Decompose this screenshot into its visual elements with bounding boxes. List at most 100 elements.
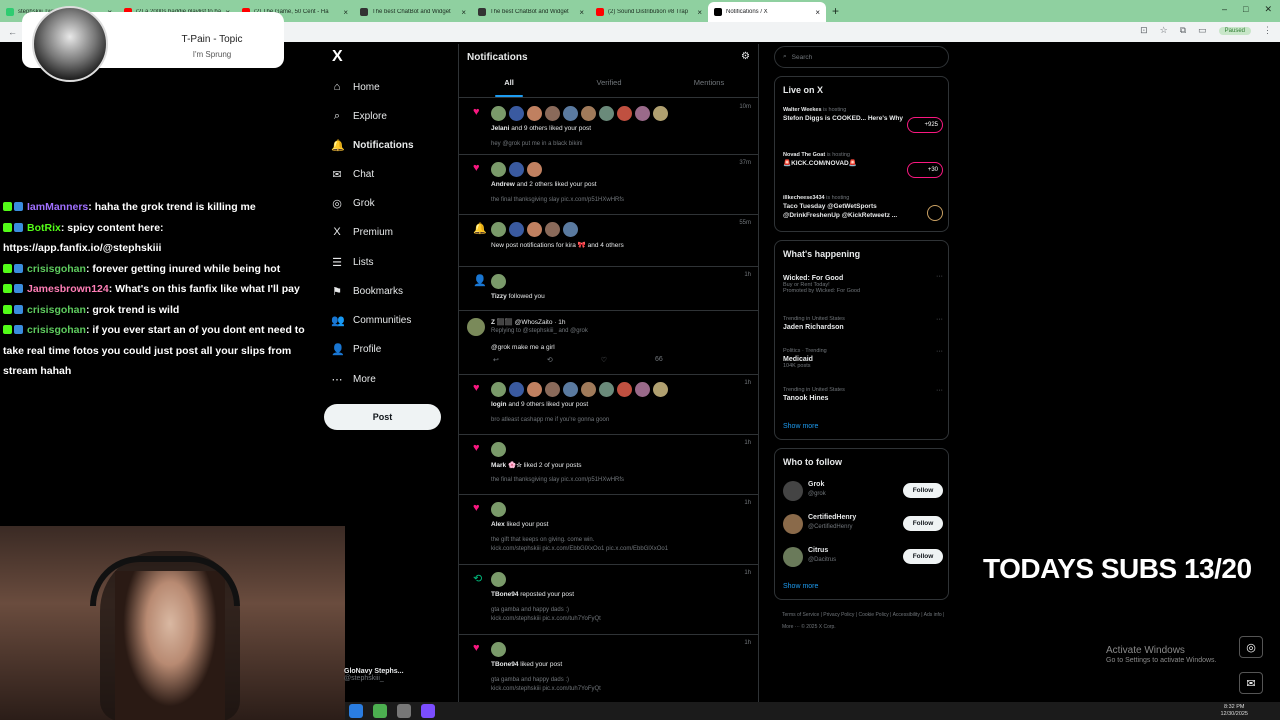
avatar[interactable] [527,106,542,121]
browser-tab[interactable]: Notifications / X × [708,2,826,22]
notification-item[interactable]: ♥ Mark 🌸☆ liked 2 of your posts the final … [459,435,759,495]
avatar[interactable] [491,642,506,657]
avatar[interactable] [491,502,506,517]
nav-communities[interactable]: 👥 Communities [331,314,411,327]
avatar[interactable] [509,106,524,121]
steam-icon[interactable] [349,704,363,718]
avatar[interactable] [545,106,560,121]
avatar[interactable] [635,106,650,121]
nav-profile[interactable]: 👤 Profile [331,343,381,356]
avatar[interactable] [491,382,506,397]
avatar[interactable] [491,222,506,237]
avatar[interactable] [581,106,596,121]
live-listener-pill[interactable] [927,205,943,221]
more-dots-icon[interactable]: ··· [936,316,943,323]
follow-button[interactable]: Follow [903,516,943,531]
follow-name[interactable]: CertifiedHenry [808,514,856,521]
avatar[interactable] [509,162,524,177]
extensions-icon[interactable]: ⧉ [1180,25,1186,36]
tab-mentions[interactable]: Mentions [659,76,759,97]
avatar[interactable] [599,382,614,397]
nav-grok[interactable]: ◎ Grok [331,197,374,210]
browser-tab[interactable]: (2) Sound Distribution #8 Trap × [590,2,708,22]
notification-item[interactable]: ♥ login and 9 others liked your post bro a… [459,375,759,435]
nav-lists[interactable]: ☰ Lists [331,256,374,269]
sidebar-icon[interactable]: ▭ [1198,25,1207,36]
follow-button[interactable]: Follow [903,549,943,564]
avatar[interactable] [581,382,596,397]
new-tab-button[interactable]: + [832,4,839,18]
repost-icon[interactable]: ⟲ [547,356,553,364]
window-control-button[interactable]: □ [1243,4,1248,15]
avatar[interactable] [509,382,524,397]
notification-item[interactable]: ♥ Jelani and 9 others liked your post hey … [459,99,759,155]
avatar[interactable] [783,547,803,567]
trends-show-more[interactable]: Show more [783,423,818,430]
avatar[interactable] [545,382,560,397]
notification-item[interactable]: 🔔 New post notifications for kira 🎀 and 4… [459,215,759,267]
avatar[interactable] [491,106,506,121]
notification-item[interactable]: ⟲ TBone94 reposted your post gta gamba and… [459,565,759,635]
nav-notifications[interactable]: 🔔 Notifications [331,139,414,152]
avatar[interactable] [653,382,668,397]
avatar[interactable] [617,382,632,397]
avatar[interactable] [491,442,506,457]
avatar[interactable] [527,382,542,397]
avatar[interactable] [563,382,578,397]
like-icon[interactable]: ♡ [601,356,607,364]
trend-item[interactable]: Trending in United States Tanook Hines ··· [783,387,943,402]
avatar[interactable] [527,162,542,177]
avatar[interactable] [509,222,524,237]
nav-bookmarks[interactable]: ⚑ Bookmarks [331,285,403,298]
close-icon[interactable]: × [815,8,820,17]
avatar[interactable] [617,106,632,121]
views-count[interactable]: 66 [655,356,663,364]
more-dots-icon[interactable]: ··· [936,273,943,280]
avatar[interactable] [783,481,803,501]
tab-verified[interactable]: Verified [559,76,659,97]
nav-home[interactable]: ⌂ Home [331,81,380,93]
close-icon[interactable]: × [343,8,348,17]
avatar[interactable] [599,106,614,121]
avatar[interactable] [491,162,506,177]
tab-all[interactable]: All [459,76,559,97]
notification-item[interactable]: ♥ Andrew and 2 others liked your post the … [459,155,759,215]
browser-tab[interactable]: The best ChatBot and Widget × [354,2,472,22]
live-listener-pill[interactable]: +925 [907,117,943,133]
back-icon[interactable]: ← [8,27,17,37]
window-control-button[interactable]: ✕ [1264,4,1272,15]
app2-icon[interactable] [421,704,435,718]
follow-name[interactable]: Citrus [808,547,828,554]
notification-item[interactable]: Z ⬛⬛ @WhosZaito · 1h Replying to @stephsk… [459,311,759,375]
search-input[interactable]: ⌕ Search [774,46,949,68]
notification-item[interactable]: 👤 Tizzy followed you 1h [459,267,759,311]
follow-name[interactable]: Grok [808,481,824,488]
avatar[interactable] [783,514,803,534]
close-icon[interactable]: × [579,8,584,17]
avatar[interactable] [563,222,578,237]
account-switcher[interactable]: GloNavy Stephs... @stephskiii_ [344,668,454,682]
live-listener-pill[interactable]: +30 [907,162,943,178]
live-space-item[interactable]: Walter Weekes is hosting Stefon Diggs is … [783,107,943,133]
trend-item[interactable]: Politics · Trending Medicaid 104K posts ··· [783,348,943,369]
close-icon[interactable]: × [461,8,466,17]
menu-dots-icon[interactable]: ⋮ [1263,25,1272,36]
close-icon[interactable]: × [697,8,702,17]
trend-item[interactable]: Wicked: For Good Buy or Rent Today! Promot… [783,273,943,294]
grok-icon[interactable]: ◎ [1239,636,1263,658]
app-icon[interactable] [397,704,411,718]
gear-icon[interactable]: ⚙ [741,51,750,62]
profile-paused-badge[interactable]: Paused [1218,26,1251,35]
chrome-icon[interactable] [373,704,387,718]
avatar[interactable] [491,572,506,587]
messages-icon[interactable]: ✉ [1239,672,1263,694]
avatar[interactable] [545,222,560,237]
browser-tab[interactable]: The best ChatBot and Widget × [472,2,590,22]
avatar[interactable] [653,106,668,121]
live-space-item[interactable]: Novad The Goat is hosting 🚨KICK.COM/NOVAD… [783,152,943,178]
notification-item[interactable]: ♥ TBone94 liked your post gta gamba and ha… [459,635,759,705]
more-dots-icon[interactable]: ··· [936,387,943,394]
more-dots-icon[interactable]: ··· [936,348,943,355]
live-space-item[interactable]: illkecheese3434 is hosting Taco Tuesday @… [783,195,943,221]
install-icon[interactable]: ⊡ [1140,25,1148,36]
